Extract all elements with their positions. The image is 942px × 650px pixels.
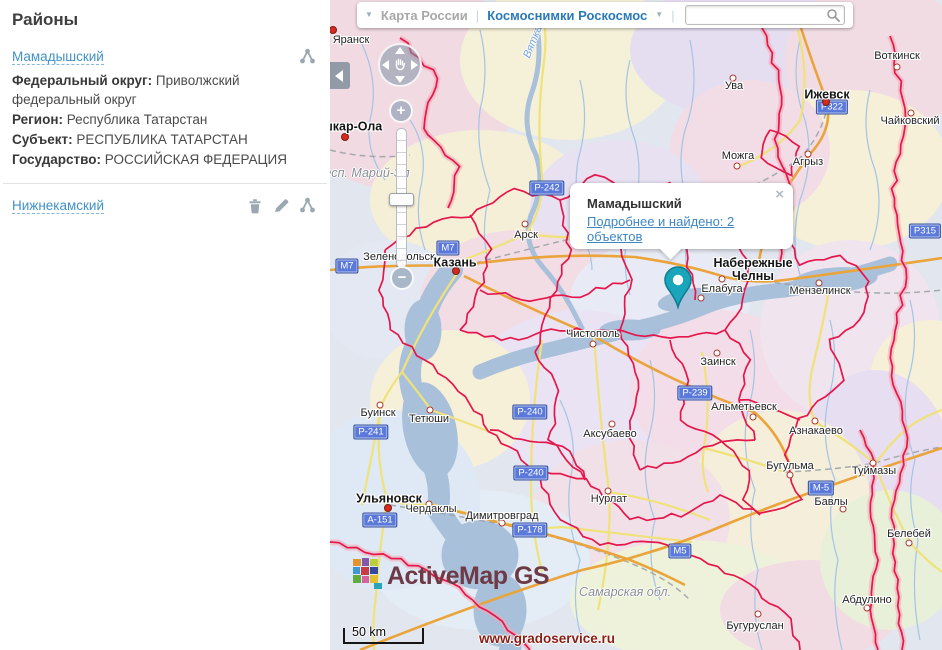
search-box xyxy=(685,5,845,25)
map-marker-pin[interactable] xyxy=(663,266,693,315)
trash-icon[interactable] xyxy=(247,197,264,214)
chevron-down-icon[interactable]: ▼ xyxy=(655,11,663,19)
watermark-url[interactable]: www.gradoservice.ru xyxy=(479,631,615,646)
layer-toolbar: ▼ Карта России | Космоснимки Роскосмос ▼… xyxy=(357,2,853,28)
district-link[interactable]: Нижнекамский xyxy=(12,198,104,214)
search-icon[interactable] xyxy=(826,8,840,27)
district-header: Нижнекамский xyxy=(0,193,330,220)
arrow-right-icon[interactable] xyxy=(411,60,418,70)
share-icon[interactable] xyxy=(299,48,316,65)
divider xyxy=(3,183,327,184)
layer-tab-base[interactable]: Карта России xyxy=(381,8,468,23)
district-item: Нижнекамский xyxy=(0,191,330,224)
arrow-left-icon[interactable] xyxy=(382,60,389,70)
zoom-in-button[interactable]: + xyxy=(389,99,413,123)
arrow-up-icon[interactable] xyxy=(395,47,405,54)
toolbar-separator: | xyxy=(476,8,479,23)
pan-control[interactable] xyxy=(378,43,422,87)
app: Районы Мамадышский Федеральный округ: При… xyxy=(0,0,942,650)
district-field: Субъект: РЕСПУБЛИКА ТАТАРСТАН xyxy=(0,130,330,149)
map-popup: × Мамадышский Подробнее и найдено: 2 объ… xyxy=(570,183,793,249)
zoom-out-button[interactable]: − xyxy=(390,266,414,290)
district-field: Регион: Республика Татарстан xyxy=(0,110,330,129)
activemap-logo-icon xyxy=(352,557,382,594)
scale-bar: 50 km xyxy=(343,628,424,644)
district-item: Мамадышский Федеральный округ: Приволжски… xyxy=(0,42,330,174)
hand-icon xyxy=(392,56,408,77)
district-list: Мамадышский Федеральный округ: Приволжски… xyxy=(0,42,330,224)
popup-title: Мамадышский xyxy=(587,196,777,211)
pin-icon xyxy=(663,266,693,310)
scale-label: 50 km xyxy=(345,625,422,639)
map-viewport[interactable]: ЯранскЙошкар-ОлаЗеленодольскКазаньАрскЧи… xyxy=(330,0,942,650)
page-title: Районы xyxy=(0,0,330,42)
popup-details-link[interactable]: Подробнее и найдено: 2 объектов xyxy=(587,214,777,244)
district-field: Федеральный округ: Приволжский федеральн… xyxy=(0,71,330,109)
district-actions xyxy=(247,197,316,214)
chevron-down-icon[interactable]: ▼ xyxy=(365,11,373,19)
toolbar-separator: | xyxy=(671,8,674,23)
map-canvas[interactable] xyxy=(330,0,942,650)
sidebar: Районы Мамадышский Федеральный округ: При… xyxy=(0,0,330,650)
arrow-down-icon[interactable] xyxy=(395,76,405,83)
layer-tab-active[interactable]: Космоснимки Роскосмос xyxy=(487,8,647,23)
activemap-logo-text: ActiveMap GS xyxy=(387,562,549,591)
pencil-icon[interactable] xyxy=(273,197,290,214)
district-header: Мамадышский xyxy=(0,44,330,71)
sidebar-collapse-button[interactable] xyxy=(330,62,350,89)
share-icon[interactable] xyxy=(299,197,316,214)
zoom-slider-handle[interactable] xyxy=(389,193,414,206)
district-actions xyxy=(299,48,316,65)
search-input[interactable] xyxy=(685,5,845,25)
chevron-left-icon xyxy=(335,70,343,82)
district-field: Государство: РОССИЙСКАЯ ФЕДЕРАЦИЯ xyxy=(0,150,330,169)
district-link[interactable]: Мамадышский xyxy=(12,49,104,65)
